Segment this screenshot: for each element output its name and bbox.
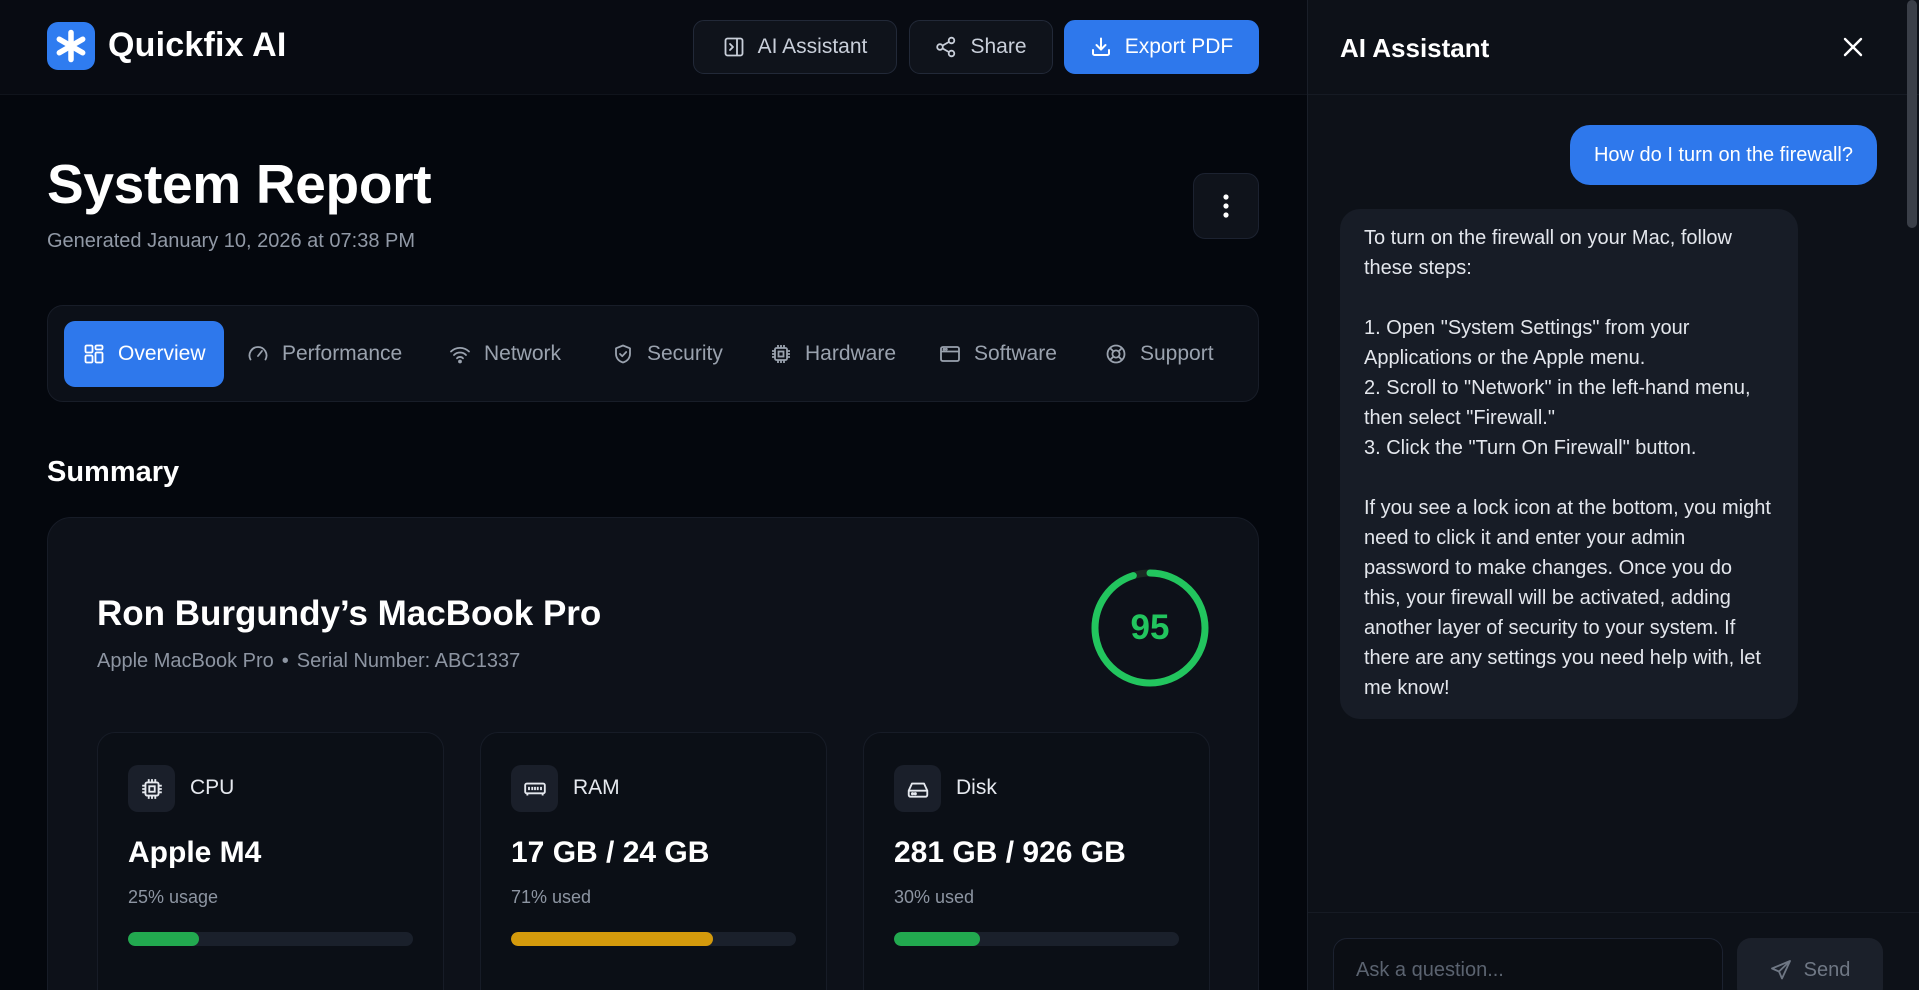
device-model: Apple MacBook Pro	[97, 650, 274, 672]
tab-overview[interactable]: Overview	[64, 321, 224, 387]
panel-header: AI Assistant	[1308, 0, 1919, 95]
tab-security[interactable]: Security	[611, 321, 723, 387]
stat-card-cpu: CPU Apple M4 25% usage	[97, 732, 444, 990]
tab-label: Overview	[118, 342, 206, 365]
panel-scrollbar[interactable]	[1907, 0, 1917, 228]
generated-timestamp: Generated January 10, 2026 at 07:38 PM	[47, 230, 416, 252]
device-meta: Apple MacBook Pro • Serial Number: ABC13…	[97, 650, 520, 673]
ai-assistant-button[interactable]: AI Assistant	[693, 20, 897, 74]
tab-label: Network	[484, 342, 562, 365]
health-score-ring: 95	[1088, 566, 1212, 690]
report-tabs: Overview Performance Network Security Ha…	[47, 305, 1259, 402]
stat-icon-box	[128, 765, 175, 812]
share-icon	[936, 36, 956, 58]
stat-label: Disk	[956, 776, 997, 799]
page-title: System Report	[47, 153, 432, 215]
asterisk-icon	[56, 29, 86, 63]
send-button-label: Send	[1803, 958, 1851, 981]
stat-icon-box	[894, 765, 941, 812]
share-button[interactable]: Share	[909, 20, 1053, 74]
lifebuoy-icon	[1106, 344, 1126, 364]
shield-icon	[615, 344, 631, 364]
usage-bar	[128, 932, 413, 946]
stat-value: 281 GB / 926 GB	[894, 836, 1126, 869]
more-vertical-icon	[1223, 194, 1229, 218]
chat-composer: Send	[1308, 912, 1919, 990]
usage-bar-fill	[128, 932, 200, 946]
top-bar: Quickfix AI AI Assistant Share Export PD…	[0, 0, 1307, 95]
ai-assistant-button-label: AI Assistant	[757, 35, 868, 58]
usage-bar-fill	[894, 932, 980, 946]
panel-title: AI Assistant	[1340, 33, 1490, 63]
meta-separator: •	[281, 650, 289, 672]
tab-performance[interactable]: Performance	[246, 321, 402, 387]
main-content: Quickfix AI AI Assistant Share Export PD…	[0, 0, 1307, 990]
ai-assistant-panel: AI Assistant How do I turn on the firewa…	[1307, 0, 1919, 990]
app-logo[interactable]	[47, 22, 95, 70]
stat-icon-box	[511, 765, 558, 812]
stat-card-ram: RAM 17 GB / 24 GB 71% used	[480, 732, 827, 990]
share-button-label: Share	[970, 35, 1027, 58]
stat-usage: 30% used	[894, 887, 975, 907]
tab-label: Support	[1140, 342, 1214, 365]
stat-label: RAM	[573, 776, 620, 799]
grid-icon	[84, 344, 104, 364]
tab-support[interactable]: Support	[1104, 321, 1214, 387]
tab-label: Software	[974, 342, 1057, 365]
device-name: Ron Burgundy’s MacBook Pro	[97, 594, 602, 633]
send-button[interactable]: Send	[1737, 938, 1883, 990]
stat-label: CPU	[190, 776, 235, 799]
tab-software[interactable]: Software	[938, 321, 1057, 387]
summary-card: Ron Burgundy’s MacBook Pro Apple MacBook…	[47, 517, 1259, 990]
stat-value: 17 GB / 24 GB	[511, 836, 710, 869]
wifi-icon	[450, 347, 470, 364]
sidebar-panel-icon	[724, 37, 744, 57]
usage-bar	[511, 932, 796, 946]
send-icon	[1770, 960, 1791, 980]
tab-label: Hardware	[805, 342, 897, 365]
health-score: 95	[1130, 608, 1170, 647]
stat-usage: 25% usage	[128, 887, 219, 907]
export-pdf-button[interactable]: Export PDF	[1064, 20, 1259, 74]
chip-icon	[772, 345, 790, 363]
close-panel-button[interactable]	[1836, 30, 1870, 64]
tab-network[interactable]: Network	[448, 321, 561, 387]
usage-bar	[894, 932, 1179, 946]
disk-icon	[907, 782, 928, 798]
assistant-message: To turn on the firewall on your Mac, fol…	[1340, 209, 1798, 719]
stat-usage: 71% used	[511, 887, 592, 907]
export-pdf-button-label: Export PDF	[1124, 35, 1234, 58]
more-options-button[interactable]	[1193, 173, 1259, 239]
serial-number: Serial Number: ABC1337	[296, 650, 521, 672]
ask-question-input[interactable]	[1333, 938, 1723, 990]
user-message: How do I turn on the firewall?	[1569, 125, 1877, 185]
section-title-summary: Summary	[47, 456, 180, 488]
gauge-icon	[248, 346, 268, 361]
close-icon	[1843, 37, 1863, 57]
window-icon	[940, 346, 960, 362]
usage-bar-fill	[511, 932, 714, 946]
download-icon	[1091, 37, 1110, 56]
tab-hardware[interactable]: Hardware	[769, 321, 896, 387]
stat-value: Apple M4	[128, 836, 262, 869]
tab-label: Security	[647, 342, 723, 365]
tab-label: Performance	[282, 342, 403, 365]
app-name: Quickfix AI	[108, 26, 287, 64]
cpu-icon	[141, 778, 162, 799]
stat-card-disk: Disk 281 GB / 926 GB 30% used	[863, 732, 1210, 990]
memory-icon	[523, 782, 546, 796]
